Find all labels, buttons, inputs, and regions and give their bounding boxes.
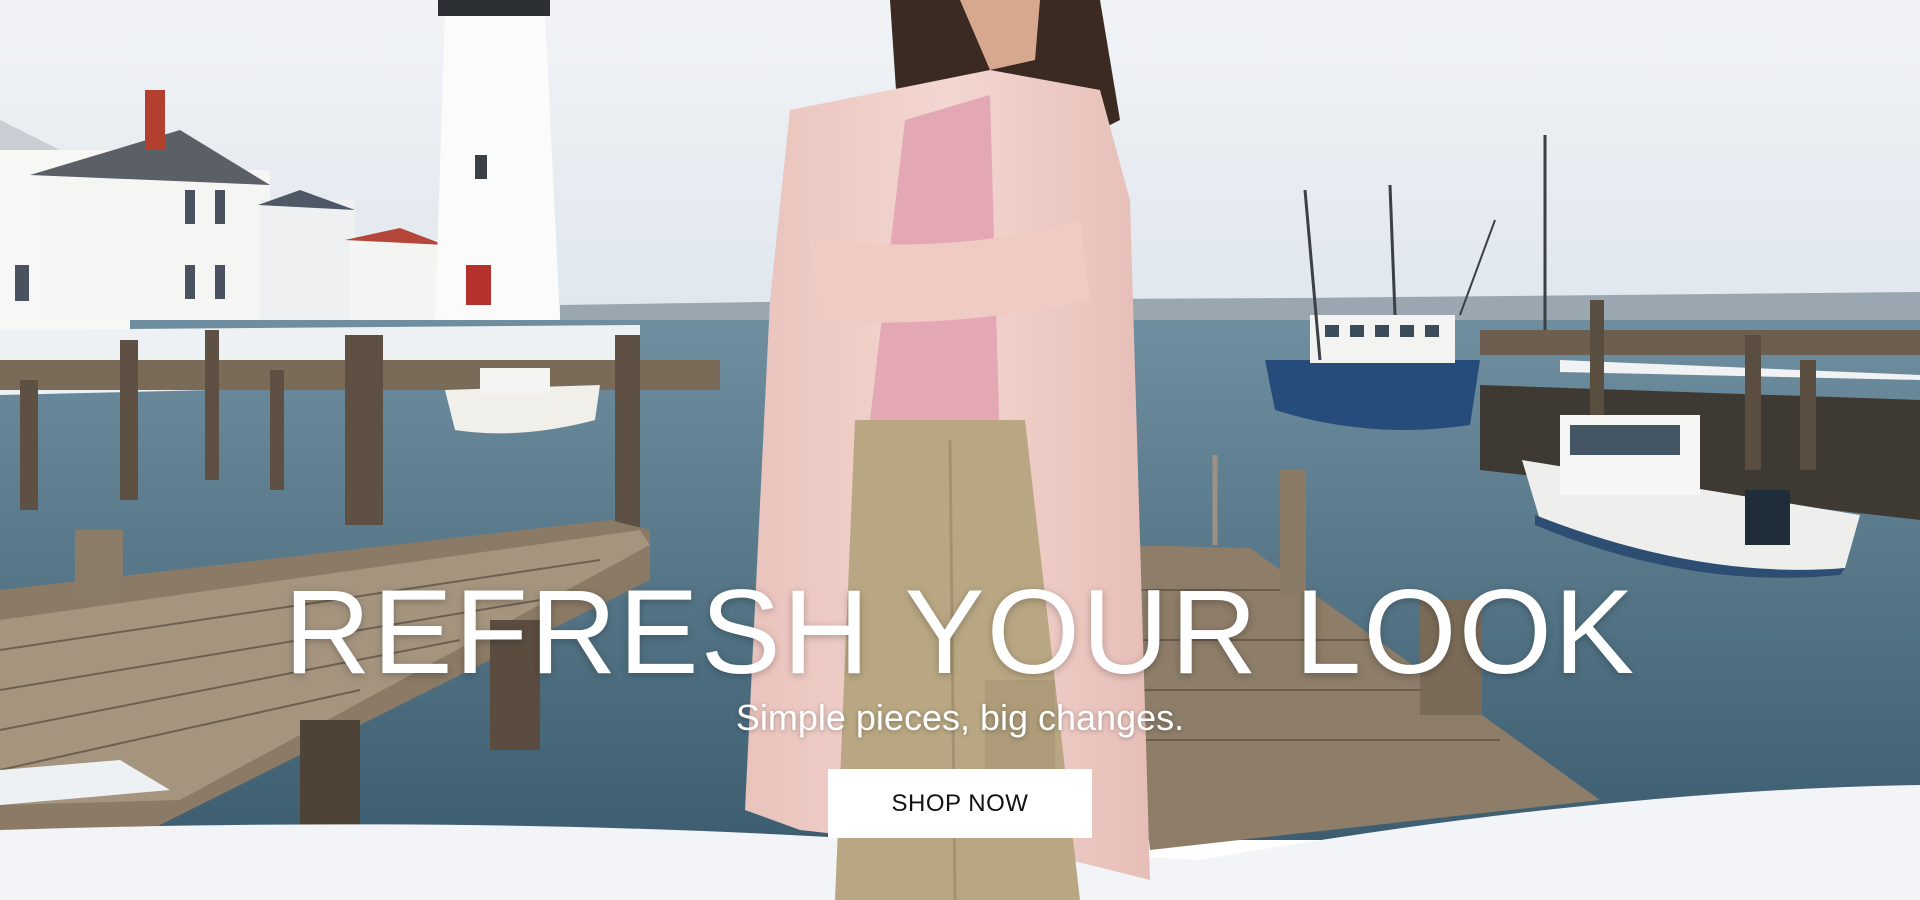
shop-now-button[interactable]: SHOP NOW: [828, 769, 1092, 838]
hero-banner: REFRESH YOUR LOOK Simple pieces, big cha…: [0, 0, 1920, 900]
hero-headline: REFRESH YOUR LOOK: [283, 565, 1637, 699]
hero-subheadline: Simple pieces, big changes.: [735, 697, 1185, 738]
hero-text-overlay: REFRESH YOUR LOOK Simple pieces, big cha…: [0, 0, 1920, 900]
